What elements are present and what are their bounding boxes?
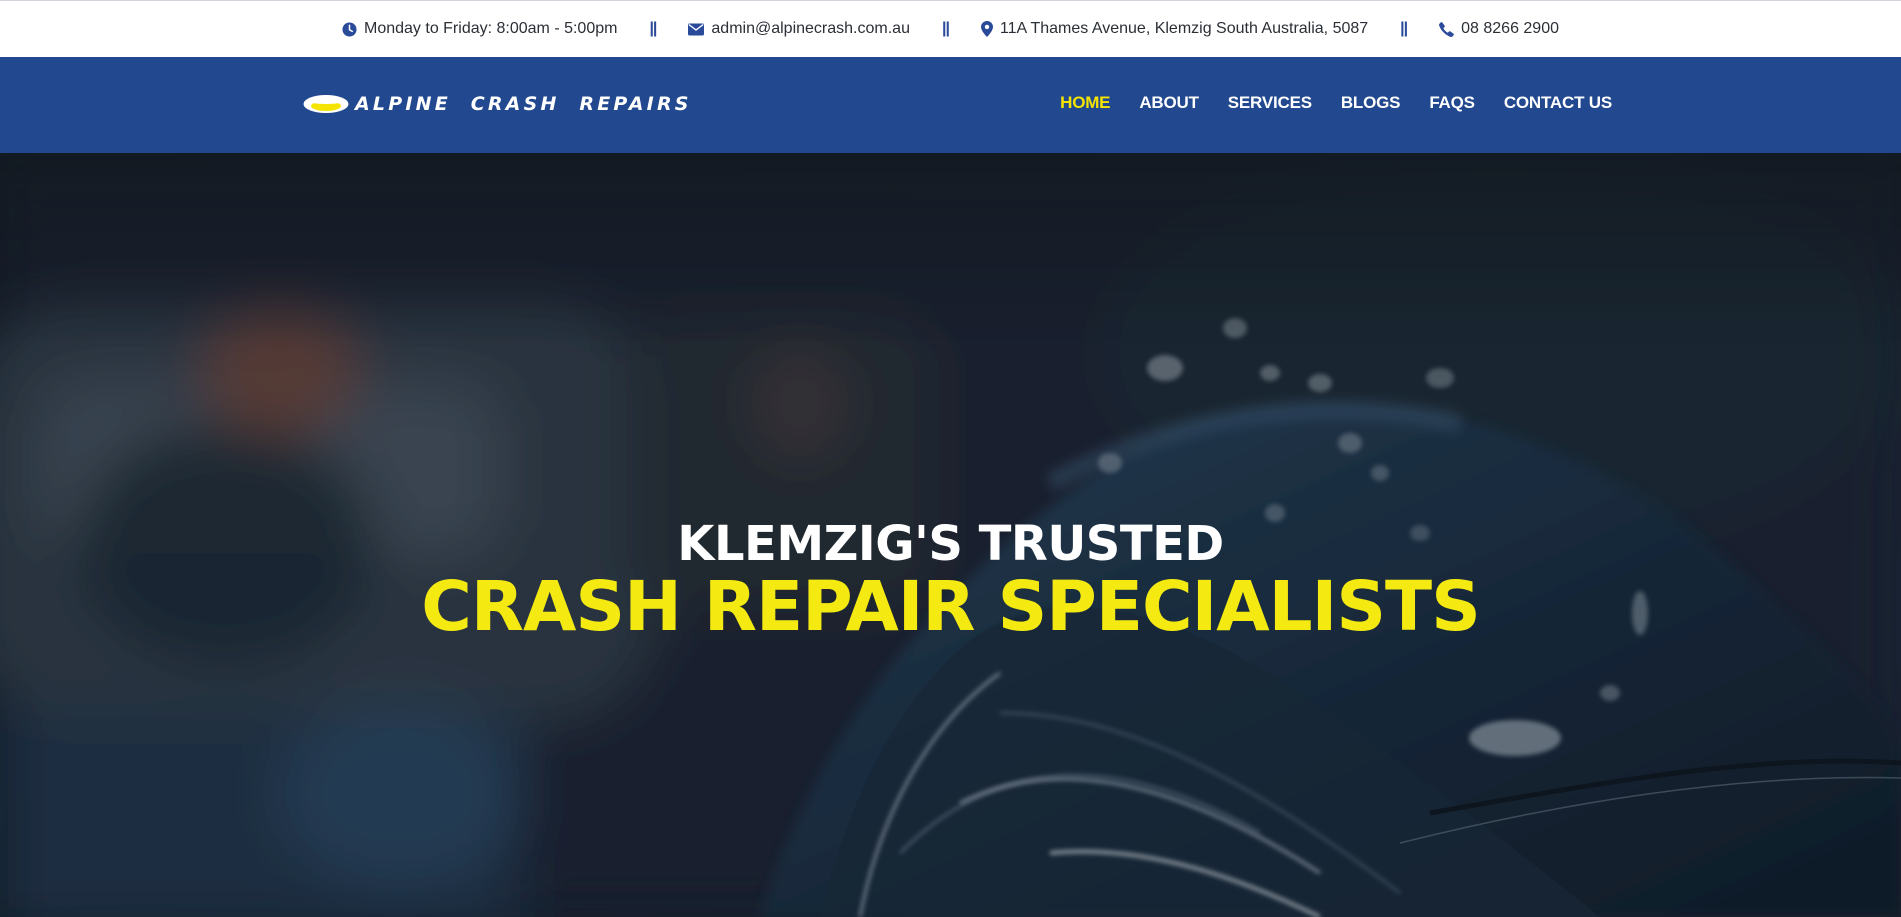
separator: || bbox=[941, 20, 950, 37]
primary-menu: HOME ABOUT SERVICES BLOGS FAQS CONTACT U… bbox=[1060, 93, 1612, 113]
nav-item-blogs[interactable]: BLOGS bbox=[1341, 93, 1401, 113]
separator: || bbox=[1400, 20, 1408, 37]
phone-link[interactable]: 08 8266 2900 bbox=[1439, 20, 1559, 38]
clock-icon bbox=[342, 21, 357, 37]
phone-icon bbox=[1439, 21, 1454, 37]
nav-item-services[interactable]: SERVICES bbox=[1228, 93, 1312, 113]
map-pin-icon bbox=[980, 21, 993, 37]
nav-item-home[interactable]: HOME bbox=[1060, 93, 1110, 113]
hero-title: CRASH REPAIR SPECIALISTS bbox=[421, 567, 1481, 647]
separator: || bbox=[649, 20, 657, 37]
top-info-bar: Monday to Friday: 8:00am - 5:00pm || adm… bbox=[0, 0, 1901, 57]
hero-section: KLEMZIG'S TRUSTED CRASH REPAIR SPECIALIS… bbox=[0, 153, 1901, 917]
hero-heading: KLEMZIG'S TRUSTED CRASH REPAIR SPECIALIS… bbox=[0, 515, 1901, 645]
hero-subtitle: KLEMZIG'S TRUSTED bbox=[677, 516, 1224, 572]
nav-item-about[interactable]: ABOUT bbox=[1139, 93, 1199, 113]
business-hours: Monday to Friday: 8:00am - 5:00pm bbox=[342, 20, 617, 38]
brand-name: ALPINE CRASH REPAIRS bbox=[355, 93, 692, 115]
nav-item-faqs[interactable]: FAQS bbox=[1429, 93, 1475, 113]
envelope-icon bbox=[688, 23, 705, 36]
email-link[interactable]: admin@alpinecrash.com.au bbox=[688, 20, 910, 38]
logo-mark-icon bbox=[303, 95, 349, 113]
site-logo[interactable]: ALPINE CRASH REPAIRS bbox=[303, 93, 692, 115]
main-navbar: ALPINE CRASH REPAIRS HOME ABOUT SERVICES… bbox=[0, 57, 1901, 153]
email-text[interactable]: admin@alpinecrash.com.au bbox=[711, 20, 910, 38]
nav-item-contact-us[interactable]: CONTACT US bbox=[1504, 93, 1612, 113]
address: 11A Thames Avenue, Klemzig South Austral… bbox=[980, 20, 1369, 38]
phone-text[interactable]: 08 8266 2900 bbox=[1461, 20, 1559, 38]
address-text: 11A Thames Avenue, Klemzig South Austral… bbox=[999, 20, 1369, 37]
business-hours-text: Monday to Friday: 8:00am - 5:00pm bbox=[364, 20, 618, 37]
